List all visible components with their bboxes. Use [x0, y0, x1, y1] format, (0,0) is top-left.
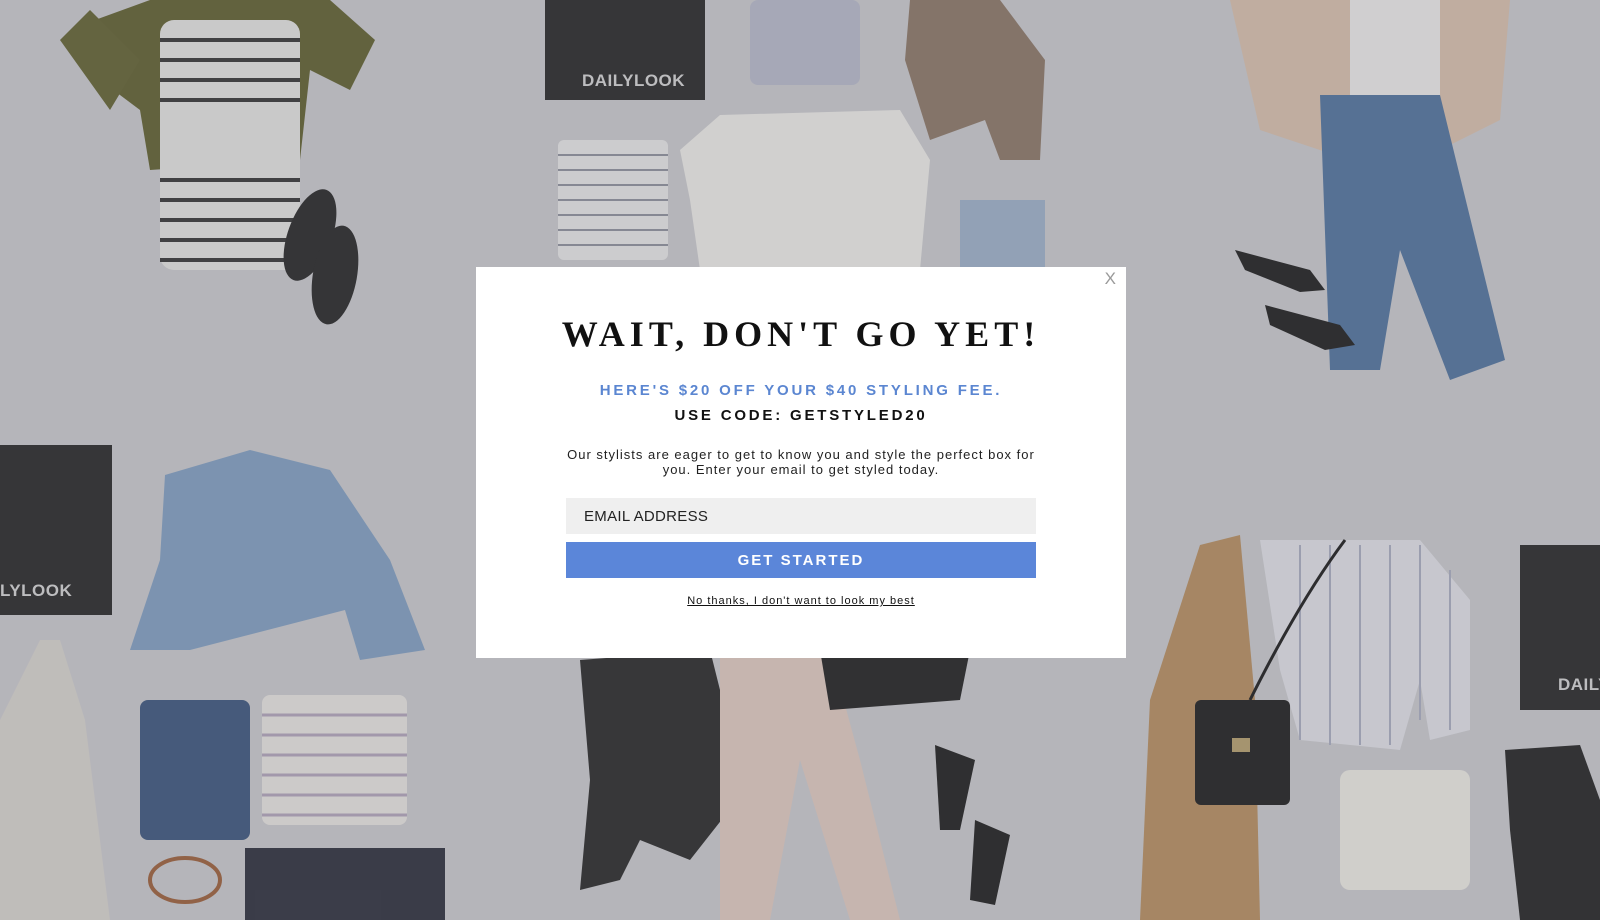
modal-description: Our stylists are eager to get to know yo…	[567, 447, 1035, 477]
get-started-button[interactable]: GET STARTED	[566, 542, 1036, 578]
close-button[interactable]: X	[1105, 269, 1116, 289]
modal-title: WAIT, DON'T GO YET!	[561, 314, 1041, 354]
exit-intent-modal: X WAIT, DON'T GO YET! HERE'S $20 OFF YOU…	[476, 267, 1126, 658]
email-input[interactable]	[566, 498, 1036, 534]
promo-code-text: USE CODE: GETSTYLED20	[674, 407, 928, 424]
offer-text: HERE'S $20 OFF YOUR $40 STYLING FEE.	[599, 382, 1003, 399]
decline-link[interactable]: No thanks, I don't want to look my best	[687, 595, 915, 607]
